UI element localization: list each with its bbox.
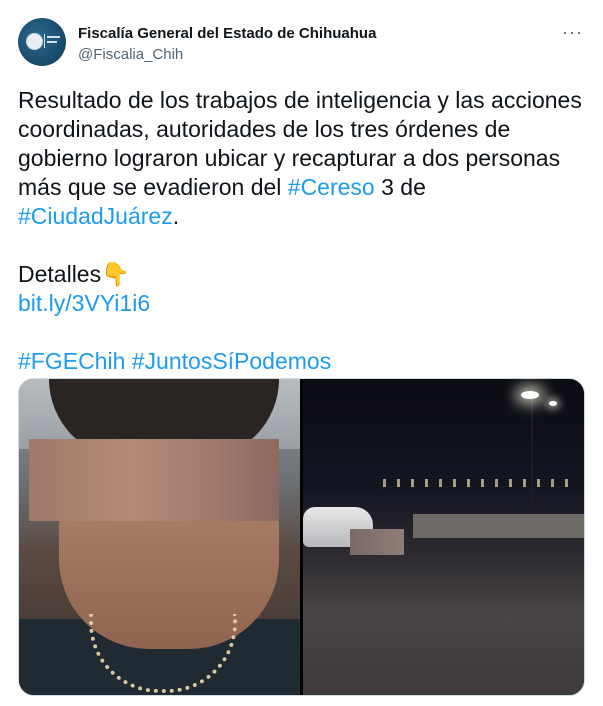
media-photo-1[interactable] <box>19 379 300 695</box>
hashtag-link[interactable]: #JuntosSíPodemos <box>132 348 331 374</box>
author-handle[interactable]: @Fiscalia_Chih <box>78 45 376 64</box>
hashtag-link[interactable]: #Cereso <box>288 174 375 200</box>
text-segment: 3 de <box>374 174 426 200</box>
tweet-header: Fiscalía General del Estado de Chihuahua… <box>18 18 587 70</box>
seal-icon <box>26 33 43 50</box>
hashtag-link[interactable]: #FGEChih <box>18 348 125 374</box>
author-display-name[interactable]: Fiscalía General del Estado de Chihuahua <box>78 24 376 43</box>
text-line: coordinadas, autoridades de los tres órd… <box>18 115 586 144</box>
author-avatar[interactable] <box>18 18 66 66</box>
hashtag-link[interactable]: bit.ly/3VYi1i6 <box>18 290 150 316</box>
text-segment: coordinadas, autoridades de los tres órd… <box>18 116 511 142</box>
text-line: #FGEChih #JuntosSíPodemos <box>18 347 586 376</box>
streetlight-icon <box>521 391 539 399</box>
hashtag-link[interactable]: #CiudadJuárez <box>18 203 173 229</box>
text-segment: Detalles👇 <box>18 261 130 287</box>
text-gap <box>18 318 586 347</box>
author-names: Fiscalía General del Estado de Chihuahua… <box>78 24 376 64</box>
text-line: bit.ly/3VYi1i6 <box>18 289 586 318</box>
media-photo-2[interactable] <box>303 379 584 695</box>
tweet-text: Resultado de los trabajos de inteligenci… <box>18 86 586 376</box>
text-line: gobierno lograron ubicar y recapturar a … <box>18 144 586 173</box>
text-line: Detalles👇 <box>18 260 586 289</box>
text-line: Resultado de los trabajos de inteligenci… <box>18 86 586 115</box>
censor-blur <box>350 529 404 555</box>
text-line: #CiudadJuárez. <box>18 202 586 231</box>
tweet-card: Fiscalía General del Estado de Chihuahua… <box>0 0 603 706</box>
tweet-media <box>18 378 585 696</box>
text-gap <box>18 231 586 260</box>
text-segment: Resultado de los trabajos de inteligenci… <box>18 87 582 113</box>
more-options-icon[interactable]: ··· <box>562 22 583 43</box>
censor-blur <box>29 439 279 521</box>
text-segment: gobierno lograron ubicar y recapturar a … <box>18 145 561 171</box>
text-segment: . <box>172 203 180 229</box>
text-line: más que se evadieron del #Cereso 3 de <box>18 173 586 202</box>
text-segment: más que se evadieron del <box>18 174 288 200</box>
